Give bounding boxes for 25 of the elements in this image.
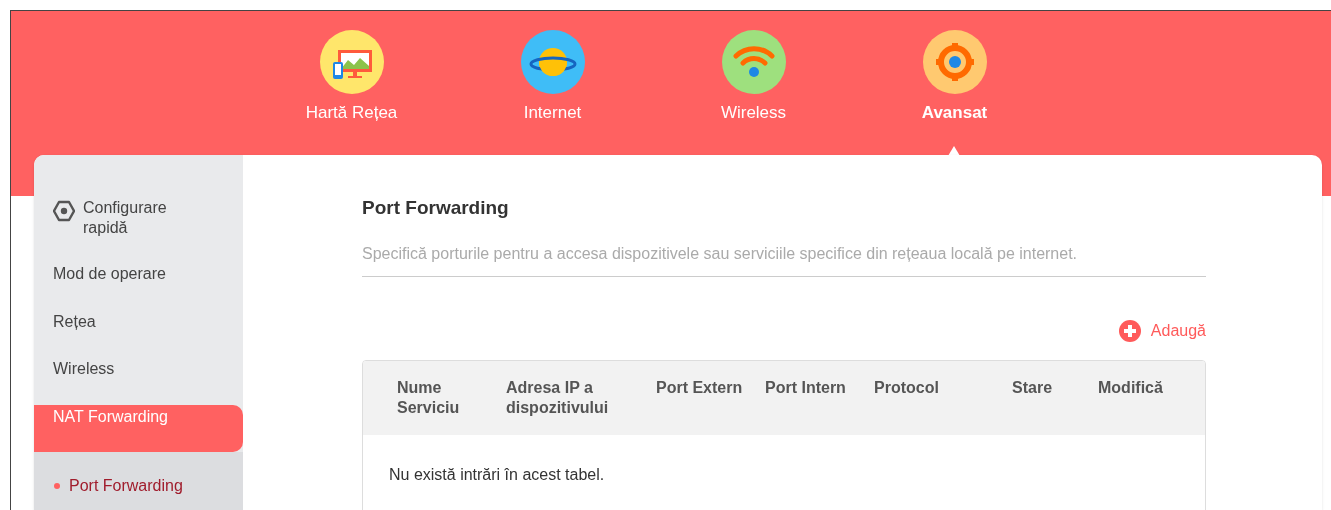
menu-label: Configurare rapidă xyxy=(83,198,168,238)
column-header: Modifică xyxy=(1098,377,1164,398)
monitor-and-phone-icon xyxy=(319,30,384,94)
quick-setup-item[interactable]: Configurare rapidă xyxy=(34,197,243,263)
column-header: Port Intern xyxy=(765,377,847,398)
add-button[interactable]: Adaugă xyxy=(1118,318,1206,343)
section-title: Port Forwarding xyxy=(362,196,510,220)
column-header: Adresa IP a dispozitivului xyxy=(506,377,610,418)
sidebar-item[interactable]: NAT Forwarding xyxy=(34,404,243,452)
planet-icon xyxy=(520,30,585,94)
empty-table-message: Nu există intrări în acest tabel. xyxy=(389,464,605,485)
nav-tab[interactable]: Wireless xyxy=(653,30,854,126)
column-header: Nume Serviciu xyxy=(397,377,461,418)
column-header: Port Extern xyxy=(656,377,744,398)
wifi-icon xyxy=(721,30,786,94)
column-header: Stare xyxy=(1012,377,1054,398)
nav-tab[interactable]: Internet xyxy=(452,30,653,126)
plus-icon xyxy=(1118,319,1141,342)
sidebar-item[interactable]: Wireless xyxy=(34,357,243,405)
nav-tab[interactable]: Hartă Rețea xyxy=(251,30,452,126)
sidebar-item[interactable]: Rețea xyxy=(34,309,243,358)
section-description: Specifică porturile pentru a accesa dispozitivele sau serviciile specifice din rețeaua locală pe internet. xyxy=(362,241,1206,277)
column-header: Protocol xyxy=(874,377,940,398)
submenu-item[interactable]: Port Forwarding xyxy=(34,462,243,510)
sidebar-item[interactable]: Mod de operare xyxy=(34,262,243,310)
